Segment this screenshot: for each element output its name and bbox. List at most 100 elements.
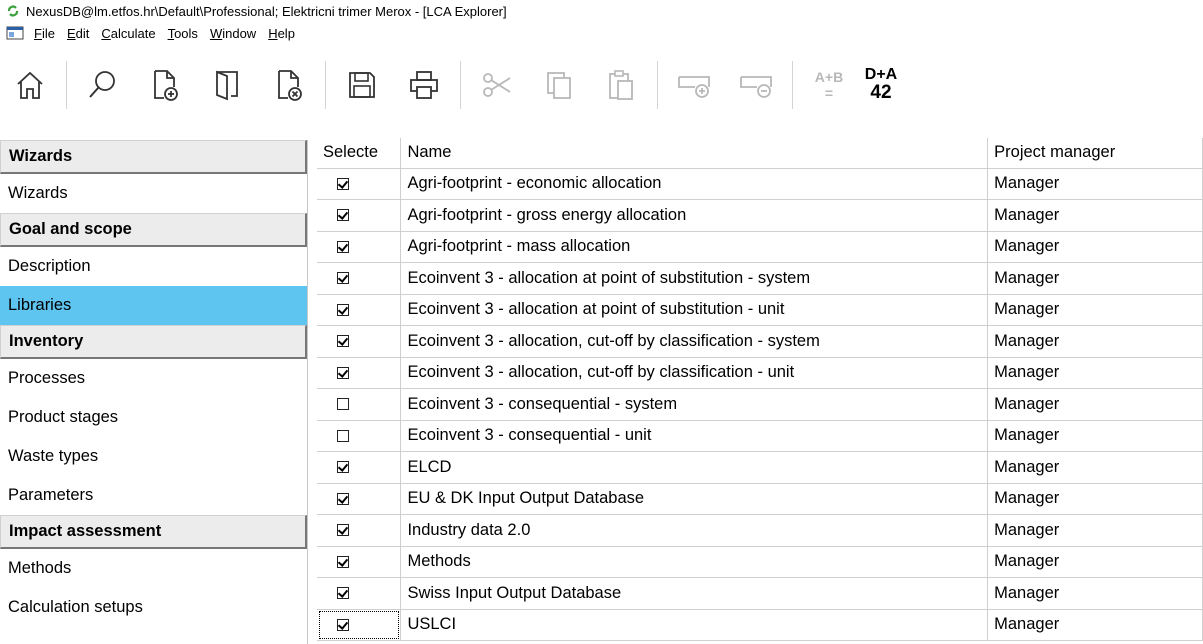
menu-window[interactable]: Window [206, 24, 264, 43]
library-checkbox[interactable] [337, 587, 349, 600]
project-manager-cell[interactable]: Manager [987, 325, 1203, 358]
table-row[interactable]: Industry data 2.0 Manager [317, 514, 1203, 547]
library-checkbox[interactable] [337, 335, 349, 348]
sidebar-item-libraries[interactable]: Libraries [0, 286, 307, 325]
sidebar-item-calculation-setups[interactable]: Calculation setups [0, 588, 307, 627]
project-manager-cell[interactable]: Manager [987, 168, 1203, 200]
project-manager-cell[interactable]: Manager [987, 609, 1203, 641]
section-header-impact-assessment[interactable]: Impact assessment [0, 515, 307, 549]
toolbar-separator [325, 61, 326, 109]
library-name-cell[interactable]: Methods [400, 546, 989, 578]
project-manager-cell[interactable]: Manager [987, 451, 1203, 484]
library-name-cell[interactable]: USLCI [400, 609, 989, 641]
table-row[interactable]: Ecoinvent 3 - allocation at point of sub… [317, 262, 1203, 295]
library-checkbox[interactable] [337, 492, 349, 505]
save-button[interactable] [336, 59, 388, 111]
table-row[interactable]: Ecoinvent 3 - consequential - unit Manage… [317, 420, 1203, 452]
mdi-window-icon[interactable] [6, 26, 24, 40]
library-name-cell[interactable]: Swiss Input Output Database [400, 577, 989, 610]
sidebar-item-parameters[interactable]: Parameters [0, 476, 307, 515]
library-name-cell[interactable]: Ecoinvent 3 - consequential - system [400, 388, 989, 421]
new-document-button[interactable] [139, 59, 191, 111]
library-name-cell[interactable]: Agri-footprint - mass allocation [400, 231, 989, 263]
table-row[interactable]: EU & DK Input Output Database Manager [317, 483, 1203, 515]
project-manager-cell[interactable]: Manager [987, 294, 1203, 326]
column-header-project-manager[interactable]: Project manager [987, 138, 1203, 169]
library-name-cell[interactable]: Agri-footprint - economic allocation [400, 168, 989, 200]
search-button[interactable] [77, 59, 129, 111]
add-count-label-bottom: 42 [870, 82, 892, 103]
selected-cell [317, 325, 402, 358]
add-count-button[interactable]: D+A 42 [855, 59, 907, 111]
library-checkbox[interactable] [337, 398, 349, 411]
project-manager-cell[interactable]: Manager [987, 388, 1203, 421]
library-name-cell[interactable]: Ecoinvent 3 - allocation, cut-off by cla… [400, 325, 989, 358]
project-manager-cell[interactable]: Manager [987, 483, 1203, 515]
table-row[interactable]: Methods Manager [317, 546, 1203, 578]
section-header-goal-and-scope[interactable]: Goal and scope [0, 213, 307, 247]
table-body: Agri-footprint - economic allocation Mana… [317, 168, 1203, 641]
column-header-selected[interactable]: Selecte [317, 138, 402, 169]
project-manager-cell[interactable]: Manager [987, 577, 1203, 610]
library-checkbox[interactable] [337, 524, 349, 537]
sidebar-item-methods[interactable]: Methods [0, 549, 307, 588]
library-name-cell[interactable]: Agri-footprint - gross energy allocation [400, 199, 989, 232]
library-checkbox[interactable] [337, 366, 349, 379]
sidebar-item-waste-types[interactable]: Waste types [0, 437, 307, 476]
new-document-icon [154, 70, 178, 101]
library-name-cell[interactable]: Ecoinvent 3 - allocation, cut-off by cla… [400, 357, 989, 389]
table-row[interactable]: Ecoinvent 3 - consequential - system Mana… [317, 388, 1203, 421]
project-manager-cell[interactable]: Manager [987, 199, 1203, 232]
library-checkbox[interactable] [337, 272, 349, 285]
project-manager-cell[interactable]: Manager [987, 262, 1203, 295]
toolbar-separator [792, 61, 793, 109]
table-row[interactable]: Ecoinvent 3 - allocation at point of sub… [317, 294, 1203, 326]
table-row[interactable]: Agri-footprint - mass allocation Manager [317, 231, 1203, 263]
project-manager-cell[interactable]: Manager [987, 546, 1203, 578]
table-row[interactable]: ELCD Manager [317, 451, 1203, 484]
section-header-wizards[interactable]: Wizards [0, 140, 307, 174]
menu-edit[interactable]: Edit [63, 24, 97, 43]
library-checkbox[interactable] [337, 303, 349, 316]
home-button[interactable] [4, 59, 56, 111]
sidebar-item-product-stages[interactable]: Product stages [0, 398, 307, 437]
project-manager-cell[interactable]: Manager [987, 420, 1203, 452]
library-checkbox[interactable] [337, 240, 349, 253]
table-row[interactable]: Agri-footprint - gross energy allocation… [317, 199, 1203, 232]
title-bar: NexusDB@lm.etfos.hr\Default\Professional… [0, 0, 1203, 22]
sidebar-item-wizards[interactable]: Wizards [0, 174, 307, 213]
table-row[interactable]: Swiss Input Output Database Manager [317, 577, 1203, 610]
library-name-cell[interactable]: Ecoinvent 3 - allocation at point of sub… [400, 294, 989, 326]
table-row[interactable]: Ecoinvent 3 - allocation, cut-off by cla… [317, 325, 1203, 358]
project-manager-cell[interactable]: Manager [987, 357, 1203, 389]
project-manager-cell[interactable]: Manager [987, 514, 1203, 547]
menu-file[interactable]: File [30, 24, 63, 43]
library-name-cell[interactable]: Industry data 2.0 [400, 514, 989, 547]
close-document-button[interactable] [263, 59, 315, 111]
paste-button [595, 59, 647, 111]
table-row[interactable]: USLCI Manager [317, 609, 1203, 641]
column-header-name[interactable]: Name [400, 138, 989, 169]
library-checkbox[interactable] [337, 429, 349, 442]
section-header-inventory[interactable]: Inventory [0, 325, 307, 359]
library-name-cell[interactable]: ELCD [400, 451, 989, 484]
menu-calculate[interactable]: Calculate [97, 24, 163, 43]
library-checkbox[interactable] [337, 555, 349, 568]
project-manager-cell[interactable]: Manager [987, 231, 1203, 263]
open-button[interactable] [201, 59, 253, 111]
sidebar-item-description[interactable]: Description [0, 247, 307, 286]
table-row[interactable]: Ecoinvent 3 - allocation, cut-off by cla… [317, 357, 1203, 389]
library-checkbox[interactable] [337, 209, 349, 222]
library-name-cell[interactable]: Ecoinvent 3 - allocation at point of sub… [400, 262, 989, 295]
library-name-cell[interactable]: EU & DK Input Output Database [400, 483, 989, 515]
library-checkbox[interactable] [337, 461, 349, 474]
table-row[interactable]: Agri-footprint - economic allocation Mana… [317, 168, 1203, 200]
menu-tools[interactable]: Tools [164, 24, 206, 43]
library-checkbox[interactable] [337, 618, 349, 631]
menu-help[interactable]: Help [264, 24, 303, 43]
library-name-cell[interactable]: Ecoinvent 3 - consequential - unit [400, 420, 989, 452]
print-button[interactable] [398, 59, 450, 111]
sidebar-item-processes[interactable]: Processes [0, 359, 307, 398]
library-checkbox[interactable] [337, 177, 349, 190]
selected-cell [317, 294, 402, 326]
